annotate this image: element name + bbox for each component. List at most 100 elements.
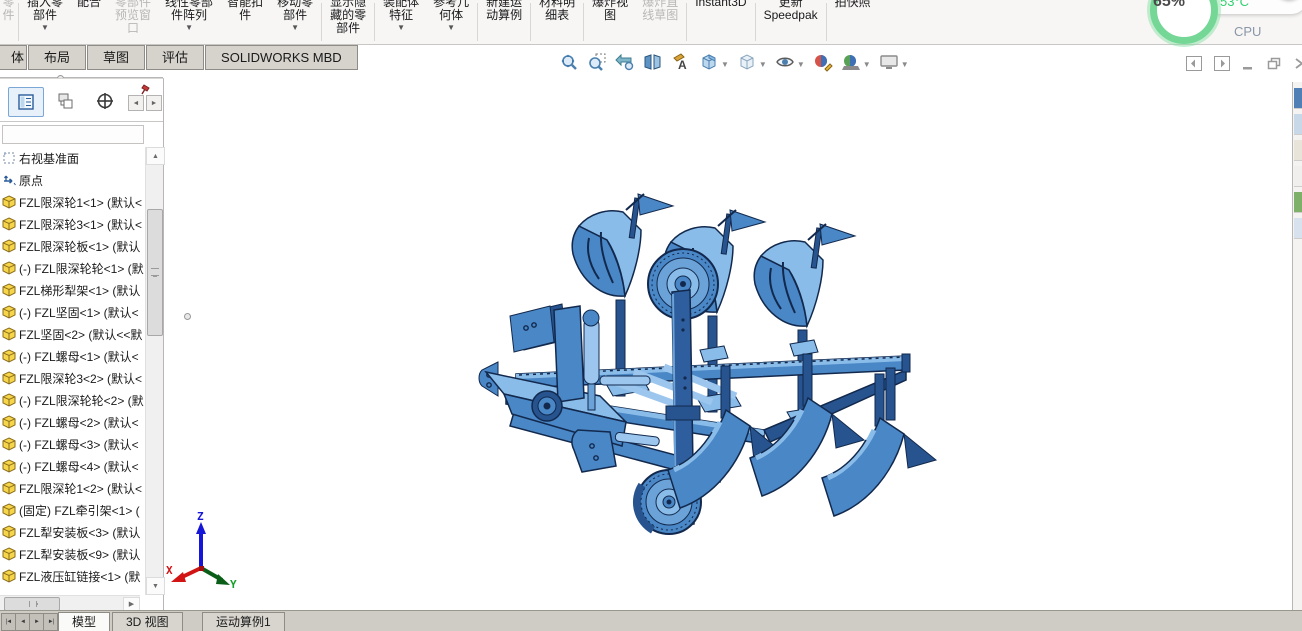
expand-button[interactable]	[1294, 56, 1302, 71]
tab-1[interactable]: 布局	[28, 45, 87, 70]
toolbar-button-6[interactable]: 移动零 部件 ▼	[270, 0, 320, 44]
featuremanager-panel: ◄ ► 右视基准面 原点 FZL限深轮1<1> (默认< FZL限深轮3<1> (默认<…	[0, 78, 165, 611]
tree-item[interactable]: (-) FZL螺母<4> (默认<	[0, 455, 146, 477]
tree-item[interactable]: FZL限深轮1<1> (默认<	[0, 191, 146, 213]
toolbar-partial-label: 零 件	[2, 0, 15, 22]
last-tab-button[interactable]: ►|	[43, 613, 58, 631]
tree-item[interactable]: (-) FZL螺母<2> (默认<	[0, 411, 146, 433]
view-orientation-button[interactable]: ▼	[696, 50, 732, 79]
zoom-to-fit-button[interactable]	[556, 50, 582, 79]
zoom-to-fit-icon	[559, 52, 579, 77]
prev-tab-button[interactable]: ◄	[15, 613, 30, 631]
hscroll-thumb[interactable]	[4, 597, 60, 611]
pushpin-icon[interactable]	[140, 83, 152, 101]
tree-vertical-scrollbar[interactable]: ▲ ▼	[145, 147, 165, 595]
toolbar-button-14[interactable]: Instant3D	[688, 0, 753, 44]
tab-4[interactable]: SOLIDWORKS MBD	[205, 45, 358, 70]
pane-right-button[interactable]	[1214, 56, 1230, 71]
chevron-down-icon: ▼	[796, 59, 805, 69]
section-view-button[interactable]	[640, 50, 666, 79]
toolbar-button-9[interactable]: 参考几 何体 ▼	[426, 0, 476, 44]
restore-button[interactable]	[1266, 56, 1282, 71]
next-tab-button[interactable]: ►	[29, 613, 44, 631]
task-pane-icon-3[interactable]	[1294, 140, 1302, 161]
task-pane-icon-2[interactable]	[1294, 114, 1302, 135]
toolbar-button-15[interactable]: 更新 Speedpak	[757, 0, 825, 44]
tree-item-label: FZL犁安装板<3> (默认	[19, 525, 141, 540]
model-hydraulic-cylinder[interactable]	[583, 317, 600, 385]
viewport-splitter-dot[interactable]	[184, 313, 191, 320]
tree-item[interactable]: FZL限深轮3<2> (默认<	[0, 367, 146, 389]
tree-item[interactable]: (-) FZL螺母<3> (默认<	[0, 433, 146, 455]
toolbar-button-1[interactable]: 插入零 部件 ▼	[20, 0, 70, 44]
hide-show-items-button[interactable]: ▼	[772, 50, 808, 79]
tree-item[interactable]: FZL坚固<2> (默认<<默	[0, 323, 146, 345]
tree-horizontal-scrollbar[interactable]: ▶	[0, 595, 140, 611]
display-style-button[interactable]: ▼	[734, 50, 770, 79]
graphics-area[interactable]: Z X Y	[164, 78, 1293, 610]
tree-item[interactable]: FZL限深轮板<1> (默认	[0, 235, 146, 257]
tab-2[interactable]: 草图	[87, 45, 146, 70]
tree-item[interactable]: (固定) FZL牵引架<1> (	[0, 499, 146, 521]
tree-item[interactable]: FZL限深轮1<2> (默认<	[0, 477, 146, 499]
tree-item[interactable]: FZL梯形犁架<1> (默认	[0, 279, 146, 301]
toolbar-button-label: 爆炸视 图	[592, 0, 629, 22]
edit-appearance-button[interactable]	[810, 50, 836, 79]
toolbar-button-5[interactable]: 智能扣 件	[220, 0, 270, 44]
part-icon	[2, 195, 17, 209]
part-icon	[2, 415, 17, 429]
part-icon	[2, 261, 17, 275]
configurationmanager-tab[interactable]	[88, 87, 122, 115]
apply-scene-button[interactable]: ▼	[838, 50, 874, 79]
toolbar-button-label: 插入零 部件	[27, 0, 64, 22]
tree-item[interactable]: 右视基准面	[0, 147, 146, 169]
minimize-button[interactable]	[1242, 56, 1254, 71]
tree-item[interactable]: (-) FZL螺母<1> (默认<	[0, 345, 146, 367]
pane-left-button[interactable]	[1186, 56, 1202, 71]
toolbar-button-4[interactable]: 线性零部 件阵列 ▼	[158, 0, 220, 44]
view-settings-button[interactable]: ▼	[876, 50, 912, 79]
tab-assembly-partial[interactable]: 体	[0, 45, 27, 70]
toolbar-button-8[interactable]: 装配体 特征 ▼	[376, 0, 426, 44]
zoom-to-area-button[interactable]	[584, 50, 610, 79]
toolbar-button-3[interactable]: 零部件 预览窗 口	[108, 0, 158, 44]
usage-percent: 65%	[1152, 0, 1186, 10]
task-pane-icon-4[interactable]	[1294, 166, 1302, 187]
tree-item[interactable]: (-) FZL限深轮轮<1> (默	[0, 257, 146, 279]
task-pane-icon-1[interactable]	[1294, 88, 1302, 109]
scroll-down-button[interactable]: ▼	[146, 577, 165, 595]
tree-item[interactable]: FZL液压缸链接<1> (默	[0, 565, 146, 587]
tab-3[interactable]: 评估	[146, 45, 205, 70]
sheet-tab-1[interactable]: 模型	[58, 612, 111, 631]
sheet-tab-2[interactable]: 3D 视图	[112, 612, 183, 631]
assembly-model[interactable]	[164, 78, 1293, 610]
tree-item[interactable]: FZL限深轮3<1> (默认<	[0, 213, 146, 235]
tree-item[interactable]: FZL犁安装板<9> (默认	[0, 543, 146, 565]
toolbar-button-13[interactable]: 爆炸直 线草图	[635, 0, 685, 44]
first-tab-button[interactable]: |◄	[1, 613, 16, 631]
toolbar-button-11[interactable]: 材料明 细表	[532, 0, 582, 44]
annotation-views-button[interactable]: A	[668, 50, 694, 79]
toolbar-separator	[825, 3, 827, 41]
task-pane-icon-5[interactable]	[1294, 192, 1302, 213]
sheet-tab-3[interactable]: 运动算例1	[202, 612, 285, 631]
toolbar-button-7[interactable]: 显示隐 藏的零 部件	[323, 0, 373, 44]
tree-item[interactable]: 原点	[0, 169, 146, 191]
tree-item[interactable]: (-) FZL限深轮轮<2> (默	[0, 389, 146, 411]
task-pane-icon-6[interactable]	[1294, 218, 1302, 239]
featuremanager-tab[interactable]	[8, 87, 44, 117]
tree-filter-box[interactable]	[2, 125, 144, 144]
toolbar-partial-button[interactable]: 零 件	[0, 0, 17, 44]
tree-item[interactable]: (-) FZL坚固<1> (默认<	[0, 301, 146, 323]
displaymanager-tab[interactable]	[48, 87, 82, 115]
toolbar-button-12[interactable]: 爆炸视 图	[585, 0, 635, 44]
scroll-right-button[interactable]: ▶	[123, 597, 140, 611]
scroll-up-button[interactable]: ▲	[146, 147, 165, 165]
toolbar-button-2[interactable]: 配合	[70, 0, 108, 44]
toolbar-button-16[interactable]: 拍快照	[828, 0, 878, 44]
model-beam-end-cap[interactable]	[901, 353, 911, 373]
previous-view-button[interactable]	[612, 50, 638, 79]
tree-item[interactable]: FZL犁安装板<3> (默认	[0, 521, 146, 543]
toolbar-button-10[interactable]: 新建运 动算例	[479, 0, 529, 44]
scroll-thumb[interactable]	[147, 209, 163, 336]
